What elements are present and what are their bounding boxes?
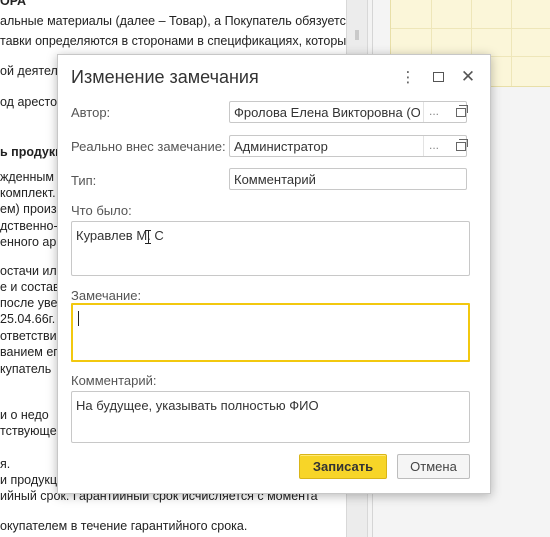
remark-label: Замечание: (71, 288, 142, 303)
author-field[interactable]: Фролова Елена Викторовна (От, ... (229, 101, 467, 123)
document-line: купатель (0, 362, 52, 376)
document-line: дственно- (0, 219, 58, 233)
actual-author-field[interactable]: Администратор ... (229, 135, 467, 157)
actual-author-label: Реально внес замечание: (71, 139, 226, 154)
document-line: тствующем (0, 424, 66, 438)
document-line: ем) произв (0, 202, 64, 216)
remark-textarea[interactable] (71, 303, 470, 362)
document-line: я. (0, 457, 11, 471)
document-line: после уве (0, 296, 58, 310)
document-line: остачи или (0, 264, 64, 278)
cancel-button[interactable]: Отмена (397, 454, 470, 479)
save-button[interactable]: Записать (299, 454, 387, 479)
open-form-icon[interactable] (451, 135, 471, 157)
document-line: и продукци (0, 473, 65, 487)
open-form-icon[interactable] (451, 101, 471, 123)
document-line: ответстви (0, 329, 57, 343)
actual-author-value: Администратор (234, 139, 328, 154)
author-label: Автор: (71, 105, 111, 120)
text-caret (78, 311, 79, 326)
was-label: Что было: (71, 203, 132, 218)
document-line: ОРА (0, 0, 26, 8)
type-field[interactable]: Комментарий (229, 168, 467, 190)
actual-author-select-button[interactable]: ... (423, 136, 444, 156)
author-select-button[interactable]: ... (423, 102, 444, 122)
document-line: альные материалы (далее – Товар), а Поку… (0, 14, 346, 28)
type-label: Тип: (71, 173, 97, 188)
document-line: окупателем в течение гарантийного срока. (0, 519, 248, 533)
comment-value: На будущее, указывать полностью ФИО (76, 398, 319, 413)
band-marker (355, 30, 359, 40)
author-value: Фролова Елена Викторовна (От, (234, 105, 420, 120)
document-line: ь продукц (0, 145, 63, 159)
edit-remark-dialog: Изменение замечания ⋮ ✕ Автор: Фролова Е… (57, 54, 491, 494)
document-line: тавки определяются в сторонами в специфи… (0, 34, 346, 48)
document-line: од арестом (0, 95, 66, 109)
comment-label: Комментарий: (71, 373, 157, 388)
document-line: енного арб (0, 235, 64, 249)
text-cursor-icon (145, 230, 151, 244)
document-line: и о недо (0, 408, 49, 422)
close-icon[interactable]: ✕ (458, 67, 478, 87)
comment-textarea[interactable]: На будущее, указывать полностью ФИО (71, 391, 470, 443)
document-line: жденным (0, 170, 54, 184)
maximize-icon[interactable] (428, 67, 448, 87)
document-line: комплект. (0, 186, 56, 200)
document-line: ванием его (0, 345, 65, 359)
was-textarea[interactable]: Куравлев М. С (71, 221, 470, 276)
type-value: Комментарий (234, 172, 316, 187)
document-line: ой деятель (0, 64, 65, 78)
more-vertical-icon[interactable]: ⋮ (398, 67, 418, 87)
dialog-title: Изменение замечания (71, 67, 259, 87)
document-line: 25.04.66г. (0, 312, 56, 326)
